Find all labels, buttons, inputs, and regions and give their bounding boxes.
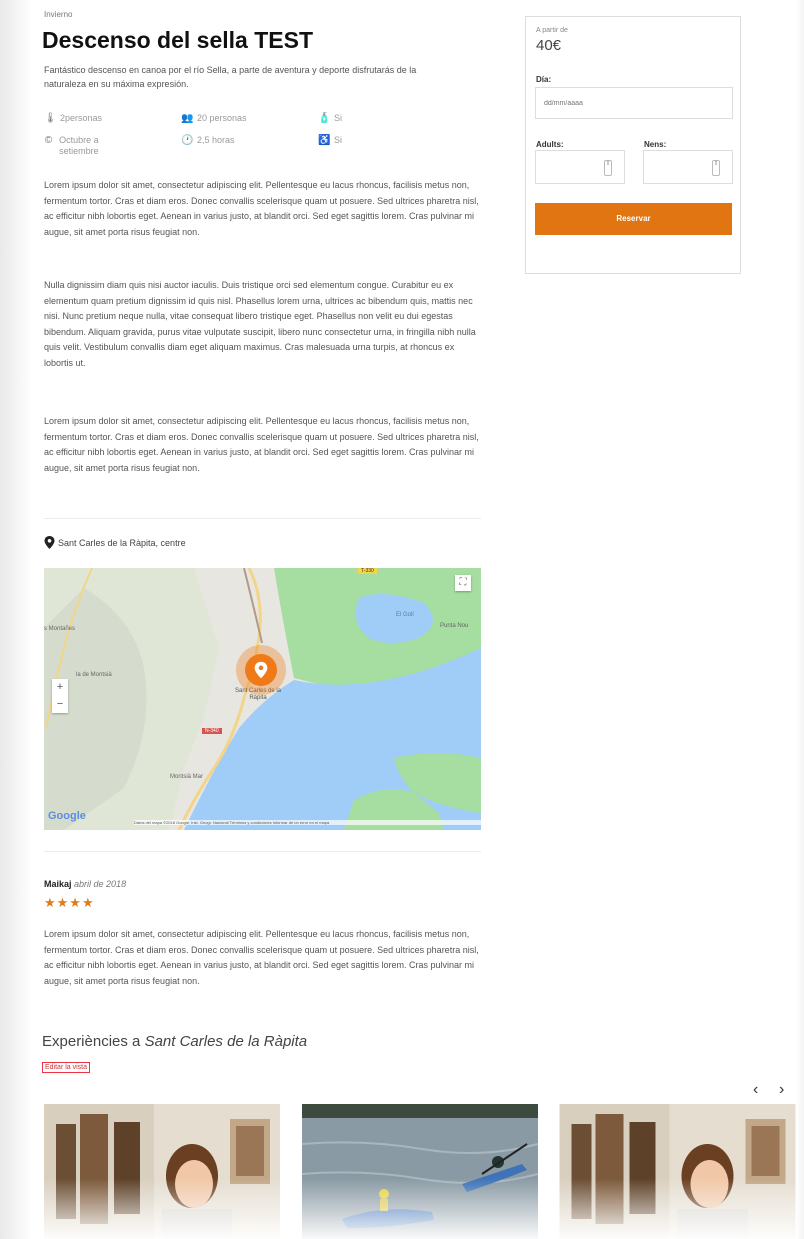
map-pin-icon bbox=[254, 661, 268, 679]
description-paragraph: Nulla dignissim diam quis nisi auctor ia… bbox=[44, 280, 476, 368]
experience-card-kayak[interactable] bbox=[302, 1104, 538, 1239]
page-right-edge bbox=[796, 0, 804, 1239]
feature-group-size: 👥 20 personas bbox=[181, 113, 247, 124]
review-date: abril de 2018 bbox=[74, 879, 127, 889]
spinner-icon[interactable]: ⇕ bbox=[604, 160, 612, 176]
carousel-next-button[interactable]: › bbox=[779, 1081, 784, 1099]
accessibility-icon: ♿ bbox=[318, 135, 331, 146]
map-label: Montsià Mar bbox=[170, 774, 204, 780]
activity-intro: Fantástico descenso en canoa por el río … bbox=[44, 65, 417, 89]
adults-label: Adults: bbox=[536, 140, 564, 149]
review-stars: ★★★★ bbox=[44, 895, 95, 910]
edit-view-link[interactable]: Editar la vista bbox=[42, 1062, 91, 1073]
feature-persons-min: 🌡 2personas bbox=[44, 113, 103, 124]
location-text: Sant Carles de la Ràpita, centre bbox=[58, 537, 186, 548]
map-pin-icon bbox=[44, 536, 55, 549]
description-paragraph: Lorem ipsum dolor sit amet, consectetur … bbox=[44, 180, 479, 237]
review-author: Maikaj bbox=[44, 879, 72, 889]
activity-category: Invierno bbox=[44, 10, 73, 19]
experience-card-gallery[interactable] bbox=[44, 1104, 280, 1239]
kids-label: Nens: bbox=[644, 140, 667, 149]
adults-stepper[interactable]: ⇕ bbox=[535, 150, 625, 184]
price-from-label: A partir de bbox=[536, 27, 568, 34]
map-label: El Goll bbox=[396, 612, 414, 618]
google-logo: Google bbox=[48, 810, 86, 822]
gallery-photo bbox=[44, 1104, 280, 1239]
feature-accessible: ♿ Si bbox=[318, 135, 343, 146]
map-label-poi: la de Montsià bbox=[76, 672, 112, 678]
activity-title: Descenso del sella TEST bbox=[42, 27, 314, 53]
booking-panel: A partir de 40€ Día: Adults: Nens: ⇕ ⇕ R… bbox=[525, 16, 741, 274]
zoom-in-button[interactable]: + bbox=[52, 679, 68, 696]
page-left-shadow bbox=[0, 0, 32, 1239]
price-value: 40€ bbox=[536, 37, 562, 54]
gallery-photo bbox=[559, 1104, 796, 1239]
clock-icon: 🕐 bbox=[181, 135, 194, 146]
review-header: Maikaj abril de 2018 bbox=[44, 879, 126, 889]
calendar-icon: © bbox=[44, 135, 53, 146]
feature-season: © Octubre a setiembre bbox=[44, 135, 99, 156]
review-text: Lorem ipsum dolor sit amet, consectetur … bbox=[44, 929, 479, 986]
divider bbox=[44, 518, 481, 519]
feature-equipment: 🧴 Si bbox=[318, 113, 343, 124]
experiences-title: Experiències a Sant Carles de la Ràpita bbox=[42, 1033, 308, 1050]
map-marker[interactable] bbox=[245, 654, 277, 686]
road-sign: N-340 bbox=[202, 728, 222, 734]
location-line: Sant Carles de la Ràpita, centre bbox=[44, 536, 186, 549]
zoom-out-button[interactable]: − bbox=[52, 696, 68, 713]
map-view[interactable]: T-330 N-340 s Montañes la de Montsià Mon… bbox=[44, 568, 481, 830]
thermometer-icon: 🌡 bbox=[44, 113, 57, 124]
bottle-icon: 🧴 bbox=[318, 113, 331, 124]
zoom-controls: + − bbox=[52, 679, 68, 713]
experiences-place: Sant Carles de la Ràpita bbox=[144, 1033, 308, 1050]
day-label: Día: bbox=[536, 75, 552, 84]
map-label: s Montañes bbox=[44, 626, 76, 632]
date-input[interactable] bbox=[535, 87, 733, 119]
description-paragraph: Lorem ipsum dolor sit amet, consectetur … bbox=[44, 416, 479, 473]
road-sign: T-330 bbox=[358, 568, 377, 574]
fullscreen-icon[interactable]: ⛶ bbox=[455, 575, 471, 591]
book-button[interactable]: Reservar bbox=[535, 203, 732, 235]
divider bbox=[44, 851, 481, 852]
map-label: Punta Nou bbox=[440, 623, 469, 629]
kids-stepper[interactable]: ⇕ bbox=[643, 150, 733, 184]
experience-card-gallery[interactable] bbox=[559, 1104, 796, 1239]
feature-duration: 🕐 2,5 horas bbox=[181, 135, 235, 146]
kayak-photo bbox=[302, 1104, 538, 1239]
spinner-icon[interactable]: ⇕ bbox=[712, 160, 720, 176]
map-attribution[interactable]: Datos del mapa ©2018 Google, Inst. Geogr… bbox=[134, 820, 481, 825]
group-icon: 👥 bbox=[181, 113, 194, 124]
carousel-prev-button[interactable]: ‹ bbox=[753, 1081, 758, 1099]
